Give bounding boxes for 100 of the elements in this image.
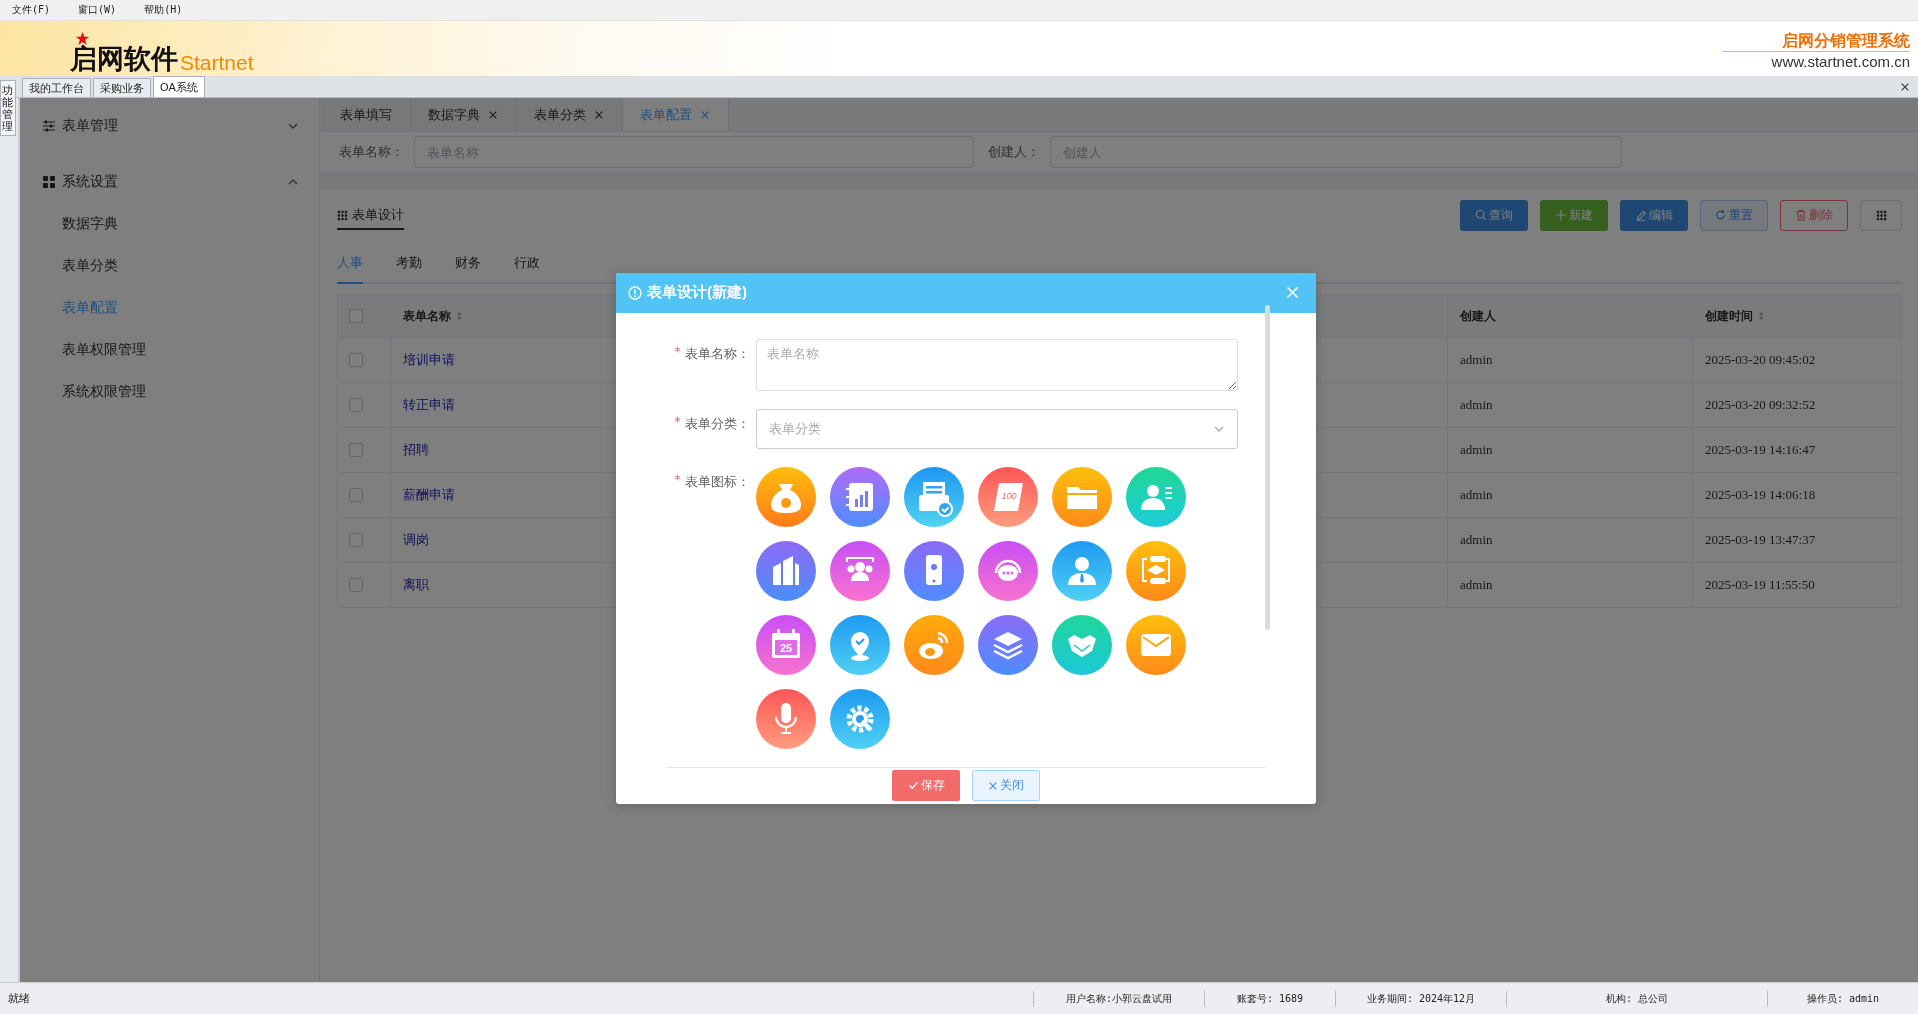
category-select[interactable]: 表单分类 <box>756 408 1238 449</box>
category-tab[interactable]: 考勤 <box>396 254 422 284</box>
menu-item[interactable]: 数据字典 <box>20 210 118 236</box>
search-icon <box>1475 209 1487 221</box>
menu-group-header[interactable]: 表单管理 <box>20 110 319 142</box>
microphone-icon[interactable] <box>756 688 816 749</box>
edit-button[interactable]: 编辑 <box>1620 199 1688 231</box>
system-name: 启网分销管理系统 <box>1722 31 1910 52</box>
menu-item[interactable]: 文件(F) <box>10 3 53 17</box>
trash-icon <box>1795 209 1807 221</box>
mobile-phone-icon[interactable] <box>904 540 964 601</box>
form-name-link[interactable]: 调岗 <box>403 532 429 547</box>
chart-notebook-icon[interactable] <box>830 466 890 527</box>
refresh-icon <box>1715 209 1727 221</box>
search-button[interactable]: 查询 <box>1460 199 1528 231</box>
status-field: 机构: 总公司 <box>1605 992 1668 1004</box>
table-cell: 2025-03-20 09:45:02 <box>1705 352 1816 367</box>
category-tab[interactable]: 行政 <box>514 254 540 284</box>
page-tab[interactable]: 表单配置 <box>623 98 729 131</box>
table-cell: admin <box>1460 442 1493 457</box>
close-icon <box>988 780 998 791</box>
plus-icon <box>1555 209 1567 221</box>
table-cell: admin <box>1460 532 1493 547</box>
side-tab[interactable]: 功能管理 <box>0 80 16 137</box>
sliders-icon <box>42 119 56 133</box>
category-tab[interactable]: 财务 <box>455 254 481 284</box>
envelope-icon[interactable] <box>1126 614 1186 675</box>
column-header[interactable]: 创建时间 <box>1705 307 1768 325</box>
checkbox[interactable] <box>349 488 363 502</box>
form-name-link[interactable]: 薪酬申请 <box>403 487 455 502</box>
eye-waves-icon[interactable] <box>904 614 964 675</box>
contact-card-icon[interactable] <box>1126 466 1186 527</box>
folder-icon[interactable] <box>1052 466 1112 527</box>
reset-button[interactable]: 重置 <box>1700 199 1768 231</box>
gear-wrench-icon[interactable] <box>830 688 890 749</box>
close-icon[interactable] <box>1900 82 1910 92</box>
category-tab[interactable]: 人事 <box>337 254 363 284</box>
menu-group-header[interactable]: 系统设置 <box>20 166 319 198</box>
scrollbar[interactable] <box>1265 304 1270 630</box>
table-cell: 2025-03-19 14:16:47 <box>1705 442 1816 457</box>
checkbox[interactable] <box>349 578 363 592</box>
column-header[interactable]: 表单名称 <box>403 307 466 325</box>
headset-chat-icon[interactable] <box>978 540 1038 601</box>
layers-icon[interactable] <box>978 614 1038 675</box>
delete-button[interactable]: 删除 <box>1780 199 1848 231</box>
user-icon[interactable] <box>1052 540 1112 601</box>
logo-text: 启网软件 <box>70 46 178 73</box>
column-header: 创建人 <box>1460 307 1496 325</box>
document-check-icon[interactable] <box>904 466 964 527</box>
workspace-tab[interactable]: 采购业务 <box>93 78 151 97</box>
grid-icon <box>337 209 348 221</box>
column-settings-button[interactable] <box>1860 199 1902 231</box>
name-field[interactable]: 表单名称 <box>756 338 1238 391</box>
field-label: 创建人： <box>988 143 1040 161</box>
table-cell: 2025-03-19 13:47:37 <box>1705 532 1816 547</box>
checkbox[interactable] <box>349 353 363 367</box>
close-icon[interactable] <box>488 109 498 120</box>
form-name-link[interactable]: 培训申请 <box>403 352 455 367</box>
location-pin-icon[interactable] <box>830 614 890 675</box>
people-group-icon[interactable] <box>830 540 890 601</box>
menu-group-label: 系统设置 <box>62 173 119 191</box>
menu-item[interactable]: 系统权限管理 <box>20 378 146 404</box>
status-field: 账套号: 1689 <box>1236 992 1304 1004</box>
grid-icon <box>42 175 56 189</box>
menu-item[interactable]: 窗口(W) <box>76 3 119 17</box>
menu-group-label: 表单管理 <box>62 117 119 135</box>
field-label: 表单名称： <box>339 143 404 161</box>
status-field: 操作员: admin <box>1806 992 1880 1004</box>
dialog-title: 表单设计(新建) <box>647 283 748 303</box>
certificate-icon[interactable]: 100 <box>978 466 1038 527</box>
buildings-icon[interactable] <box>756 540 816 601</box>
form-name-link[interactable]: 离职 <box>403 577 429 592</box>
website-text: www.startnet.com.cn <box>1771 52 1910 72</box>
workspace-tab[interactable]: OA系统 <box>153 76 205 97</box>
close-button[interactable]: 关闭 <box>972 770 1040 802</box>
status-field: 业务期间: 2024年12月 <box>1366 992 1476 1004</box>
field-label: 表单名称： <box>685 344 750 363</box>
form-name-link[interactable]: 招聘 <box>403 442 429 457</box>
menu-item[interactable]: 表单分类 <box>20 252 118 278</box>
checkbox[interactable] <box>349 533 363 547</box>
form-name-link[interactable]: 转正申请 <box>403 397 455 412</box>
info-icon <box>628 285 642 300</box>
workspace-tab[interactable]: 我的工作台 <box>22 78 91 97</box>
grid-icon <box>1875 209 1887 221</box>
status-field: 用户名称:小郭云盘试用 <box>1066 992 1172 1004</box>
field-label: 表单分类： <box>685 414 750 433</box>
menu-item[interactable]: 表单权限管理 <box>20 336 146 362</box>
calendar-icon[interactable]: 25 <box>756 614 816 675</box>
menu-item[interactable]: 帮助(H) <box>142 3 185 17</box>
flowchart-icon[interactable] <box>1126 540 1186 601</box>
checkbox[interactable] <box>349 309 363 323</box>
save-button[interactable]: 保存 <box>892 770 960 802</box>
status-text: 就绪 <box>8 992 30 1004</box>
table-cell: admin <box>1460 487 1493 502</box>
menu-item[interactable]: 表单配置 <box>20 294 118 320</box>
checkbox[interactable] <box>349 443 363 457</box>
close-icon[interactable] <box>594 109 604 120</box>
checkbox[interactable] <box>349 398 363 412</box>
check-icon <box>907 780 919 792</box>
money-bag-icon[interactable] <box>756 466 816 527</box>
